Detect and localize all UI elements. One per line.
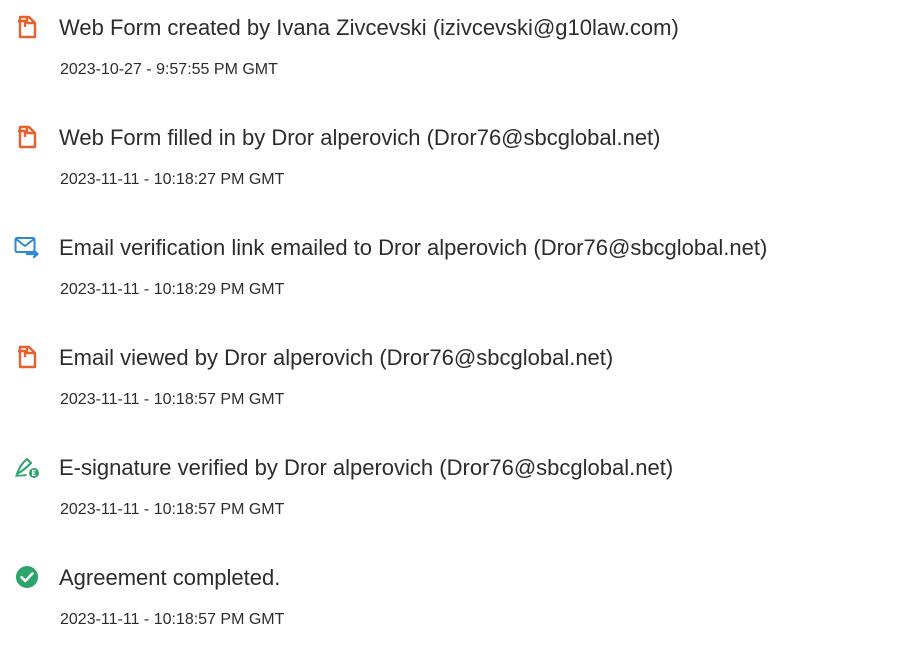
check-circle-icon [14, 564, 40, 590]
event-description: Web Form filled in by Dror alperovich (D… [59, 125, 661, 150]
event-description: Email verification link emailed to Dror … [59, 235, 768, 260]
event-timestamp: 2023-10-27 - 9:57:55 PM GMT [60, 61, 278, 78]
event-description: E-signature verified by Dror alperovich … [59, 455, 674, 480]
event-timestamp: 2023-11-11 - 10:18:29 PM GMT [60, 281, 285, 298]
audit-event: Agreement completed. 2023-11-11 - 10:18:… [0, 564, 917, 634]
e-signature-icon [14, 454, 40, 480]
event-timestamp: 2023-11-11 - 10:18:27 PM GMT [60, 171, 285, 188]
event-description: Email viewed by Dror alperovich (Dror76@… [59, 345, 614, 370]
audit-event: Email verification link emailed to Dror … [0, 234, 917, 304]
document-icon [14, 124, 40, 150]
event-description: Web Form created by Ivana Zivcevski (izi… [59, 15, 679, 40]
audit-event: Email viewed by Dror alperovich (Dror76@… [0, 344, 917, 414]
document-icon [14, 344, 40, 370]
email-send-icon [14, 234, 40, 260]
audit-event: Web Form created by Ivana Zivcevski (izi… [0, 14, 917, 84]
document-icon [14, 14, 40, 40]
event-timestamp: 2023-11-11 - 10:18:57 PM GMT [60, 611, 285, 628]
event-description: Agreement completed. [59, 565, 281, 590]
audit-event: Web Form filled in by Dror alperovich (D… [0, 124, 917, 194]
event-timestamp: 2023-11-11 - 10:18:57 PM GMT [60, 501, 285, 518]
audit-event: E-signature verified by Dror alperovich … [0, 454, 917, 524]
event-timestamp: 2023-11-11 - 10:18:57 PM GMT [60, 391, 285, 408]
